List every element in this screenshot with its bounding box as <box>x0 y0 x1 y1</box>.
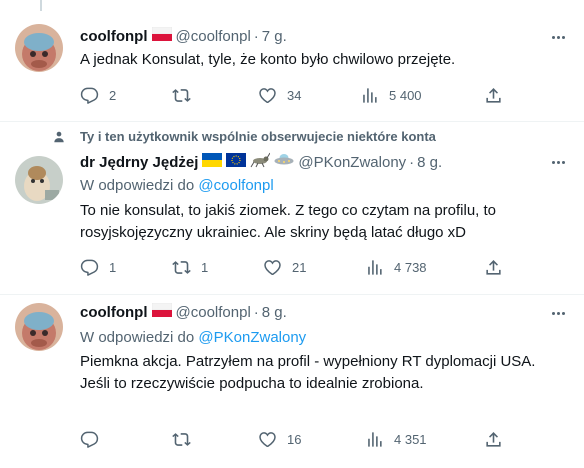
views-button[interactable]: 4 738 <box>365 258 427 277</box>
separator: · <box>253 304 259 321</box>
replying-to: W odpowiedzi do @coolfonpl <box>80 176 274 196</box>
share-button[interactable] <box>484 86 503 105</box>
retweet-button[interactable] <box>172 86 201 105</box>
ukraine-flag-icon <box>202 153 223 173</box>
tweet[interactable]: Ty i ten użytkownik wspólnie obserwujeci… <box>0 122 584 294</box>
reply-count: 2 <box>109 88 117 103</box>
retweet-count: 1 <box>201 260 209 275</box>
timestamp[interactable]: 7 g. <box>262 27 287 47</box>
reply-count: 1 <box>109 260 117 275</box>
ufo-icon <box>274 152 294 174</box>
like-button[interactable]: 16 <box>258 430 301 449</box>
tweet-text: A jednak Konsulat, tyle, że konto było c… <box>80 51 456 68</box>
tweet-text: To nie konsulat, to jakiś ziomek. Z tego… <box>80 202 497 241</box>
more-icon[interactable] <box>548 27 568 47</box>
views-count: 4 738 <box>394 260 427 275</box>
reply-button[interactable]: 2 <box>80 86 116 105</box>
like-icon <box>264 260 281 276</box>
avatar[interactable] <box>15 303 63 351</box>
replying-to: W odpowiedzi do @PKonZwalony <box>80 328 306 348</box>
avatar[interactable] <box>15 156 63 204</box>
tweet-header: dr Jędrny Jędżej @PKonZwalony · 8 g. <box>80 152 442 174</box>
eu-flag-icon <box>226 153 247 173</box>
handle[interactable]: @coolfonpl <box>176 27 251 47</box>
more-icon[interactable] <box>548 303 568 323</box>
share-button[interactable] <box>484 258 503 277</box>
tweet-text: Piemkna akcja. Patrzyłem na profil - wyp… <box>80 353 536 392</box>
retweet-button[interactable] <box>172 430 201 449</box>
like-icon <box>259 88 276 104</box>
poland-flag-icon <box>151 26 172 47</box>
share-icon <box>486 260 501 275</box>
timestamp[interactable]: 8 g. <box>262 303 287 323</box>
reply-button[interactable]: 1 <box>80 258 116 277</box>
timestamp[interactable]: 8 g. <box>417 153 442 173</box>
separator: · <box>253 28 259 45</box>
retweet-icon <box>172 89 191 102</box>
reply-icon <box>80 431 99 448</box>
display-name[interactable]: dr Jędrny Jędżej <box>80 153 198 173</box>
separator: · <box>409 154 415 171</box>
like-button[interactable]: 21 <box>263 258 306 277</box>
action-bar: 2 34 5 400 <box>0 86 584 106</box>
avatar[interactable] <box>15 24 63 72</box>
views-icon <box>368 432 382 447</box>
views-icon <box>368 260 382 275</box>
views-count: 4 351 <box>394 432 427 447</box>
handle[interactable]: @coolfonpl <box>176 303 251 323</box>
grasshopper-icon <box>250 152 271 174</box>
like-count: 34 <box>287 88 302 103</box>
retweet-icon <box>172 433 191 446</box>
views-count: 5 400 <box>389 88 422 103</box>
like-button[interactable]: 34 <box>258 86 301 105</box>
views-icon <box>363 88 377 103</box>
display-name[interactable]: coolfonpl <box>80 303 148 323</box>
tweet[interactable]: coolfonpl @coolfonpl · 7 g. A jednak Kon… <box>0 0 584 121</box>
like-count: 16 <box>287 432 302 447</box>
tweet[interactable]: coolfonpl @coolfonpl · 8 g. W odpowiedzi… <box>0 295 584 468</box>
like-count: 21 <box>292 260 307 275</box>
share-button[interactable] <box>484 430 503 449</box>
views-button[interactable]: 5 400 <box>360 86 422 105</box>
reply-icon <box>80 259 99 276</box>
share-icon <box>486 88 501 103</box>
person-icon <box>52 130 66 149</box>
like-icon <box>259 432 276 448</box>
poland-flag-icon <box>151 302 172 323</box>
share-icon <box>486 432 501 447</box>
reply-icon <box>80 87 99 104</box>
action-bar: 1 1 21 4 738 <box>0 258 584 278</box>
retweet-icon <box>172 261 191 274</box>
replying-prefix: W odpowiedzi do <box>80 329 199 346</box>
replying-to-link[interactable]: @coolfonpl <box>198 177 273 194</box>
views-button[interactable]: 4 351 <box>365 430 427 449</box>
action-bar: 16 4 351 <box>0 430 584 450</box>
social-context: Ty i ten użytkownik wspólnie obserwujeci… <box>80 129 436 144</box>
display-name[interactable]: coolfonpl <box>80 27 148 47</box>
more-icon[interactable] <box>548 152 568 172</box>
tweet-header: coolfonpl @coolfonpl · 8 g. <box>80 302 287 323</box>
retweet-button[interactable]: 1 <box>172 258 208 277</box>
replying-to-link[interactable]: @PKonZwalony <box>198 329 306 346</box>
handle[interactable]: @PKonZwalony <box>298 153 406 173</box>
reply-button[interactable] <box>80 430 109 449</box>
tweet-header: coolfonpl @coolfonpl · 7 g. <box>80 26 287 47</box>
replying-prefix: W odpowiedzi do <box>80 177 199 194</box>
